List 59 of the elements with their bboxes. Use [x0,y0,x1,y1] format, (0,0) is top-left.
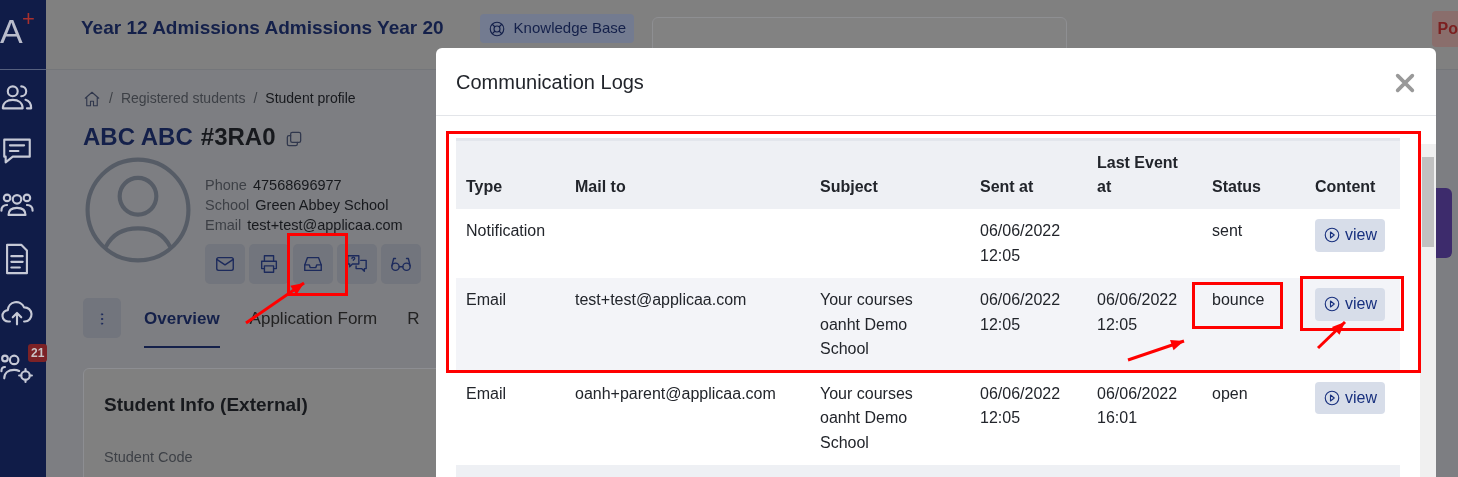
play-circle-icon [1323,226,1341,245]
column-header: Last Event at [1087,139,1202,209]
notice-button[interactable]: Po [1431,10,1458,47]
icon-button[interactable] [249,244,289,284]
table-cell: Notification [456,209,565,278]
view-button[interactable]: view [1315,288,1385,321]
breadcrumb-item: Student profile [265,89,356,108]
notification-badge: 21 [28,344,48,362]
card-title: Student Info (External) [104,392,309,417]
home-icon[interactable] [83,90,101,109]
table-cell-text: 06/06/2022 16:01 [1096,383,1179,428]
column-header: Status [1202,139,1305,209]
help-ring-icon [487,19,506,38]
student-code: #3RA0 [200,122,276,152]
column-header: Content [1305,139,1400,209]
icon-button[interactable] [293,244,333,284]
play-circle-icon [1323,295,1341,314]
student-name: ABC ABC [83,122,193,152]
tab[interactable]: Overview [144,298,220,348]
view-button[interactable]: view [1315,381,1385,414]
field-label: Student Code [104,448,194,467]
modal-title: Communication Logs [456,69,644,95]
page-title: Year 12 Admissions Admissions Year 20 [81,16,444,41]
close-icon[interactable] [1394,72,1416,95]
icon-button[interactable] [337,244,377,284]
breadcrumb-separator: / [253,89,258,108]
icon-button[interactable] [381,244,421,284]
detail-line: Email test+test@applicaa.com [205,216,404,235]
table-cell: 06/06/2022 12:05 [970,278,1087,372]
icon-button[interactable] [205,244,245,284]
table-cell: Your courses oanht Demo School [810,278,970,372]
table-cell: 06/06/2022 12:05 [970,209,1087,278]
question-chat-icon [346,253,368,275]
table-cell: 06/06/2022 12:05 [1087,278,1202,372]
printer-icon [258,253,280,275]
knowledge-base-button[interactable]: Knowledge Base [479,14,635,43]
detail-line: Phone 47568696977 [205,176,343,195]
view-button[interactable]: view [1315,219,1385,252]
table-cell: test+test@applicaa.com [565,278,810,372]
table-cell-text: oanh+parent@applicaa.com [574,383,777,404]
column-header: Sent at [970,139,1087,209]
table-cell-text: 06/06/2022 12:05 [979,383,1062,428]
table-cell-text: Email [465,383,507,404]
tab[interactable]: R [407,298,420,348]
scrollbar[interactable] [1420,144,1436,477]
avatar-icon [83,155,193,265]
breadcrumb-item[interactable]: Registered students [120,88,246,109]
column-header: Subject [810,139,970,209]
column-header: Mail to [565,139,810,209]
play-circle-icon [1323,388,1341,407]
tab[interactable]: Application Form [249,298,378,348]
column-header: Type [456,139,565,209]
table-cell-text: open [1211,383,1249,404]
table-cell: sent [1202,209,1305,278]
table-cell-text: Your courses oanht Demo School [819,383,914,453]
table-cell: Email [456,278,565,372]
highlight-frame [287,233,348,296]
breadcrumb-separator: / [109,89,113,108]
detail-line: School Green Abbey School [205,196,390,215]
